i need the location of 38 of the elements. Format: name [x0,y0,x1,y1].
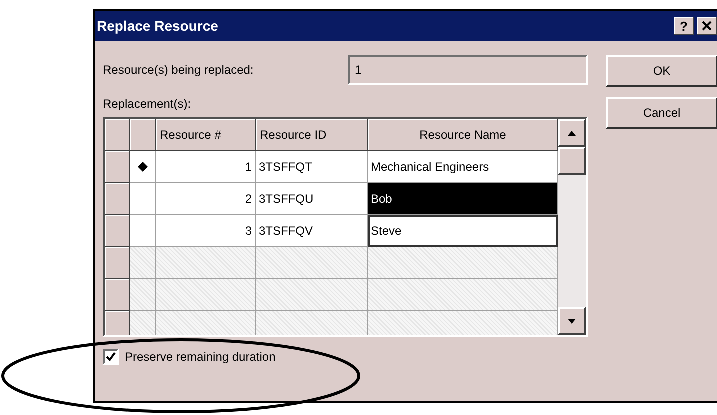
row-selector [105,311,130,335]
table-cell: 1 [156,151,256,183]
table-cell: 2 [156,183,256,215]
up-arrow-icon [568,130,576,136]
help-button[interactable]: ? [674,17,694,35]
table-cell: 3TSFFQU [256,183,368,215]
row-selector[interactable] [105,183,130,215]
table-cell[interactable]: Steve [368,215,558,247]
row-selector [105,247,130,279]
row-selector[interactable] [105,215,130,247]
window-title: Replace Resource [97,18,220,34]
scroll-up-button[interactable] [558,119,586,147]
field-label: Resource(s) being replaced: [103,63,254,77]
scrollbar[interactable] [558,119,586,335]
column-header: Resource Name [368,119,558,151]
cancel-button[interactable]: Cancel [606,97,717,129]
checkbox-label: Preserve remaining duration [125,350,276,364]
table-cell[interactable]: Bob [368,183,558,215]
table-cell: 3 [156,215,256,247]
scroll-thumb[interactable] [558,147,586,175]
replacements-label: Replacement(s): [103,97,192,111]
checkbox[interactable] [103,349,119,365]
down-arrow-icon [568,318,576,324]
resources-replaced-field[interactable]: 1 [348,55,588,85]
row-header [105,119,130,151]
scroll-down-button[interactable] [558,307,586,335]
checkmark-icon [106,352,116,362]
row-selector [105,279,130,311]
close-button[interactable] [697,17,717,35]
ok-button[interactable]: OK [606,55,717,87]
column-header: Resource ID [256,119,368,151]
table-cell: 3TSFFQT [256,151,368,183]
close-icon [702,21,712,31]
table-cell: 3TSFFQV [256,215,368,247]
row-selector[interactable] [105,151,130,183]
table-cell[interactable]: Mechanical Engineers [368,151,558,183]
current-row-icon [138,162,148,172]
column-header: Resource # [156,119,256,151]
